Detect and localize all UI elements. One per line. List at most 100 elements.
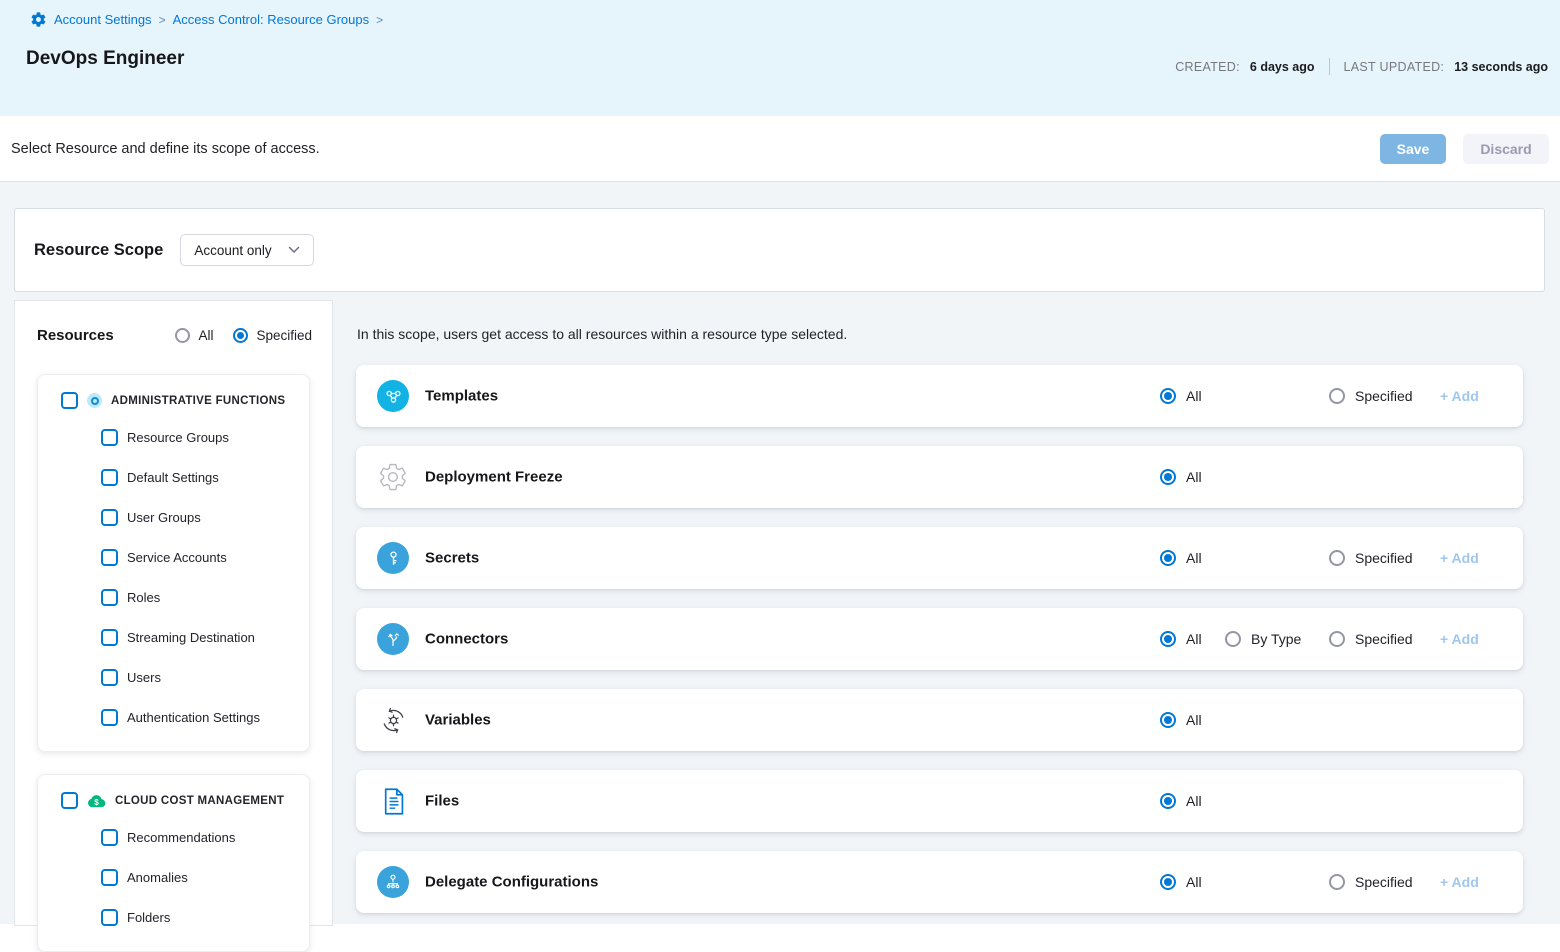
sidebar-item-authentication-settings[interactable]: Authentication Settings — [38, 697, 309, 737]
deployment-freeze-icon — [377, 461, 409, 493]
option-specified[interactable]: Specified — [1329, 550, 1413, 566]
group-label: ADMINISTRATIVE FUNCTIONS — [111, 395, 285, 407]
sidebar-item-service-accounts[interactable]: Service Accounts — [38, 537, 309, 577]
radio-button[interactable] — [233, 328, 248, 343]
add-button[interactable]: + Add — [1440, 631, 1479, 647]
item-checkbox[interactable] — [101, 709, 118, 726]
page-header: Account Settings > Access Control: Resou… — [0, 0, 1560, 116]
radio-label: All — [198, 328, 213, 343]
item-checkbox[interactable] — [101, 549, 118, 566]
option-label: Specified — [1355, 631, 1413, 647]
templates-icon — [377, 380, 409, 412]
svg-text:$: $ — [94, 797, 99, 806]
radio-button[interactable] — [1160, 631, 1176, 647]
cloud-cost-management-icon: $ — [87, 794, 106, 808]
resource-scope-panel: Resource Scope Account only — [14, 208, 1545, 292]
option-by-type[interactable]: By Type — [1225, 631, 1301, 647]
resource-row-variables: VariablesAll — [356, 689, 1523, 751]
option-all[interactable]: All — [1160, 874, 1202, 890]
item-checkbox[interactable] — [101, 509, 118, 526]
option-all[interactable]: All — [1160, 550, 1202, 566]
item-label: Resource Groups — [127, 430, 229, 445]
sidebar-item-folders[interactable]: Folders — [38, 897, 309, 937]
sidebar-item-streaming-destination[interactable]: Streaming Destination — [38, 617, 309, 657]
radio-button[interactable] — [1160, 712, 1176, 728]
toolbar-buttons: Save Discard — [1380, 134, 1549, 164]
radio-button[interactable] — [1329, 874, 1345, 890]
delegate-configurations-icon — [377, 866, 409, 898]
meta-info: CREATED: 6 days ago LAST UPDATED: 13 sec… — [1175, 58, 1548, 75]
toolbar-description: Select Resource and define its scope of … — [11, 141, 320, 157]
item-checkbox[interactable] — [101, 429, 118, 446]
resource-type-name: Files — [425, 793, 459, 810]
action-toolbar: Select Resource and define its scope of … — [0, 116, 1560, 182]
group-label: CLOUD COST MANAGEMENT — [115, 795, 284, 807]
radio-button[interactable] — [1160, 874, 1176, 890]
group-checkbox[interactable] — [61, 792, 78, 809]
resource-scope-label: Resource Scope — [34, 241, 163, 260]
save-button[interactable]: Save — [1380, 134, 1446, 164]
breadcrumb-separator: > — [376, 13, 383, 27]
item-checkbox[interactable] — [101, 589, 118, 606]
add-button[interactable]: + Add — [1440, 874, 1479, 890]
resource-scope-select[interactable]: Account only — [180, 234, 313, 266]
resource-type-name: Deployment Freeze — [425, 469, 563, 486]
option-label: All — [1186, 469, 1202, 485]
resources-scope-radios: All Specified — [175, 328, 312, 343]
sidebar-item-roles[interactable]: Roles — [38, 577, 309, 617]
option-specified[interactable]: Specified — [1329, 631, 1413, 647]
option-label: Specified — [1355, 874, 1413, 890]
option-label: All — [1186, 712, 1202, 728]
sidebar-item-users[interactable]: Users — [38, 657, 309, 697]
radio-button[interactable] — [1160, 793, 1176, 809]
sidebar-item-default-settings[interactable]: Default Settings — [38, 457, 309, 497]
item-label: User Groups — [127, 510, 201, 525]
add-button[interactable]: + Add — [1440, 388, 1479, 404]
group-header: $ CLOUD COST MANAGEMENT — [38, 787, 309, 817]
item-checkbox[interactable] — [101, 669, 118, 686]
item-checkbox[interactable] — [101, 469, 118, 486]
radio-button[interactable] — [1160, 469, 1176, 485]
resource-group-card-cloud-cost-management: $ CLOUD COST MANAGEMENT RecommendationsAno… — [37, 774, 310, 952]
radio-button[interactable] — [1225, 631, 1241, 647]
breadcrumb-account-settings[interactable]: Account Settings — [54, 12, 152, 27]
sidebar-item-resource-groups[interactable]: Resource Groups — [38, 417, 309, 457]
item-label: Service Accounts — [127, 550, 227, 565]
option-all[interactable]: All — [1160, 631, 1202, 647]
radio-button[interactable] — [1329, 550, 1345, 566]
connectors-icon — [377, 623, 409, 655]
option-all[interactable]: All — [1160, 469, 1202, 485]
sidebar-item-anomalies[interactable]: Anomalies — [38, 857, 309, 897]
item-checkbox[interactable] — [101, 629, 118, 646]
item-label: Streaming Destination — [127, 630, 255, 645]
option-label: All — [1186, 793, 1202, 809]
add-button[interactable]: + Add — [1440, 550, 1479, 566]
radio-button[interactable] — [1329, 388, 1345, 404]
option-all[interactable]: All — [1160, 712, 1202, 728]
breadcrumb-resource-groups[interactable]: Access Control: Resource Groups — [173, 12, 370, 27]
radio-button[interactable] — [1160, 388, 1176, 404]
created-value: 6 days ago — [1250, 60, 1315, 74]
radio-button[interactable] — [175, 328, 190, 343]
option-specified[interactable]: Specified — [1329, 388, 1413, 404]
sidebar-groups: ADMINISTRATIVE FUNCTIONS Resource Groups D… — [15, 374, 332, 952]
secrets-icon — [377, 542, 409, 574]
option-all[interactable]: All — [1160, 793, 1202, 809]
resource-rows: TemplatesAllSpecified+ AddDeployment Fre… — [356, 365, 1523, 932]
option-specified[interactable]: Specified — [1329, 874, 1413, 890]
resources-title: Resources — [37, 327, 114, 344]
resources-radio-all[interactable]: All — [175, 328, 213, 343]
option-all[interactable]: All — [1160, 388, 1202, 404]
sidebar-item-recommendations[interactable]: Recommendations — [38, 817, 309, 857]
radio-label: Specified — [256, 328, 312, 343]
option-label: Specified — [1355, 550, 1413, 566]
item-checkbox[interactable] — [101, 869, 118, 886]
discard-button[interactable]: Discard — [1463, 134, 1549, 164]
item-checkbox[interactable] — [101, 829, 118, 846]
radio-button[interactable] — [1160, 550, 1176, 566]
item-checkbox[interactable] — [101, 909, 118, 926]
radio-button[interactable] — [1329, 631, 1345, 647]
resources-radio-specified[interactable]: Specified — [233, 328, 312, 343]
group-checkbox[interactable] — [61, 392, 78, 409]
sidebar-item-user-groups[interactable]: User Groups — [38, 497, 309, 537]
